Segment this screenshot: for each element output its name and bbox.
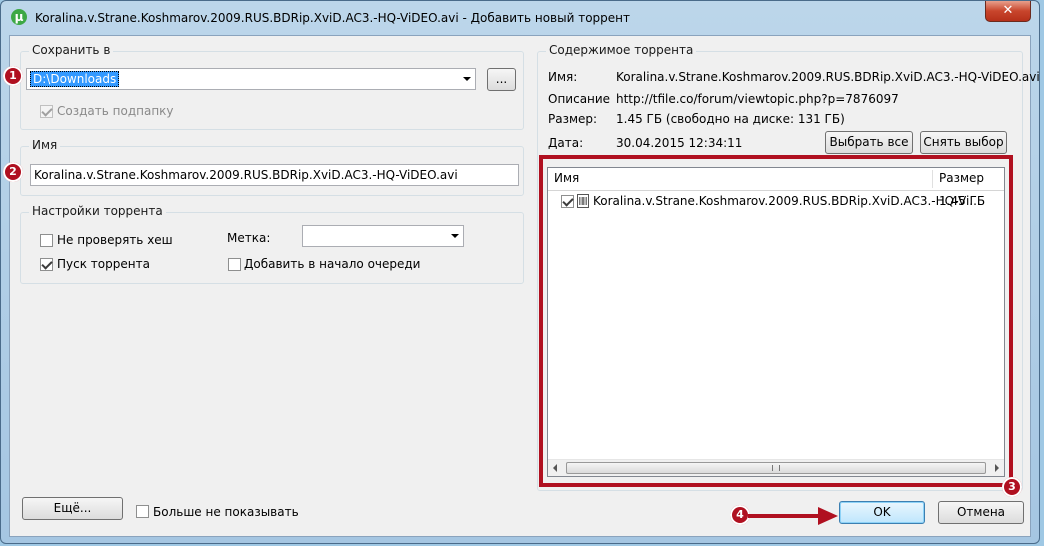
start-torrent-label: Пуск торрента [57,257,150,271]
cancel-button[interactable]: Отмена [938,501,1024,524]
chevron-down-icon[interactable] [451,234,459,238]
contents-desc-value: http://tfile.co/forum/viewtopic.php?p=78… [616,92,899,106]
select-all-button[interactable]: Выбрать все [825,131,913,154]
annotation-badge-4: 4 [730,505,750,525]
close-button[interactable]: ✕ [985,1,1031,22]
torrent-name-field[interactable]: Koralina.v.Strane.Koshmarov.2009.RUS.BDR… [30,164,519,186]
create-subfolder-checkbox[interactable] [40,105,53,118]
torrent-settings-label: Настройки торрента [29,204,166,218]
title-bar: µ Koralina.v.Strane.Koshmarov.2009.RUS.B… [1,1,1039,35]
annotation-badge-3: 3 [1002,477,1022,497]
skip-hash-checkbox[interactable] [40,234,53,247]
tag-combobox[interactable] [302,225,464,247]
contents-size-label: Размер: [548,112,598,126]
annotation-highlight-frame [539,155,1013,487]
start-torrent-checkbox[interactable] [40,258,53,271]
save-path-combobox[interactable]: D:\Downloads [26,68,476,90]
add-to-top-label: Добавить в начало очереди [244,257,421,271]
annotation-arrow-icon [748,507,838,525]
add-to-top-checkbox[interactable] [228,258,241,271]
dont-show-checkbox[interactable] [136,505,149,518]
deselect-all-button[interactable]: Снять выбор [920,131,1007,154]
dont-show-label: Больше не показывать [153,505,299,519]
contents-date-label: Дата: [548,136,584,150]
chevron-down-icon[interactable] [463,77,471,81]
contents-name-value: Koralina.v.Strane.Koshmarov.2009.RUS.BDR… [616,70,1040,84]
name-group-label: Имя [29,138,61,152]
save-in-group: Сохранить в [20,43,524,130]
contents-size-value: 1.45 ГБ (свободно на диске: 131 ГБ) [616,112,845,126]
annotation-badge-1: 1 [3,66,23,86]
browse-button[interactable]: ... [487,68,516,91]
skip-hash-label: Не проверять хеш [57,233,173,247]
torrent-contents-label: Содержимое торрента [546,43,697,57]
tag-label: Метка: [227,231,271,245]
annotation-badge-2: 2 [3,162,23,182]
ok-button[interactable]: OK [839,501,925,524]
save-in-label: Сохранить в [29,43,114,57]
utorrent-icon: µ [11,9,27,25]
window-title: Koralina.v.Strane.Koshmarov.2009.RUS.BDR… [35,11,631,25]
create-subfolder-label: Создать подпапку [57,104,174,118]
more-button[interactable]: Ещё... [22,497,123,520]
torrent-settings-group: Настройки торрента [20,204,524,284]
contents-name-label: Имя: [548,70,578,84]
contents-desc-label: Описание [548,92,611,106]
contents-date-value: 30.04.2015 12:34:11 [616,136,743,150]
save-path-value: D:\Downloads [30,71,120,87]
